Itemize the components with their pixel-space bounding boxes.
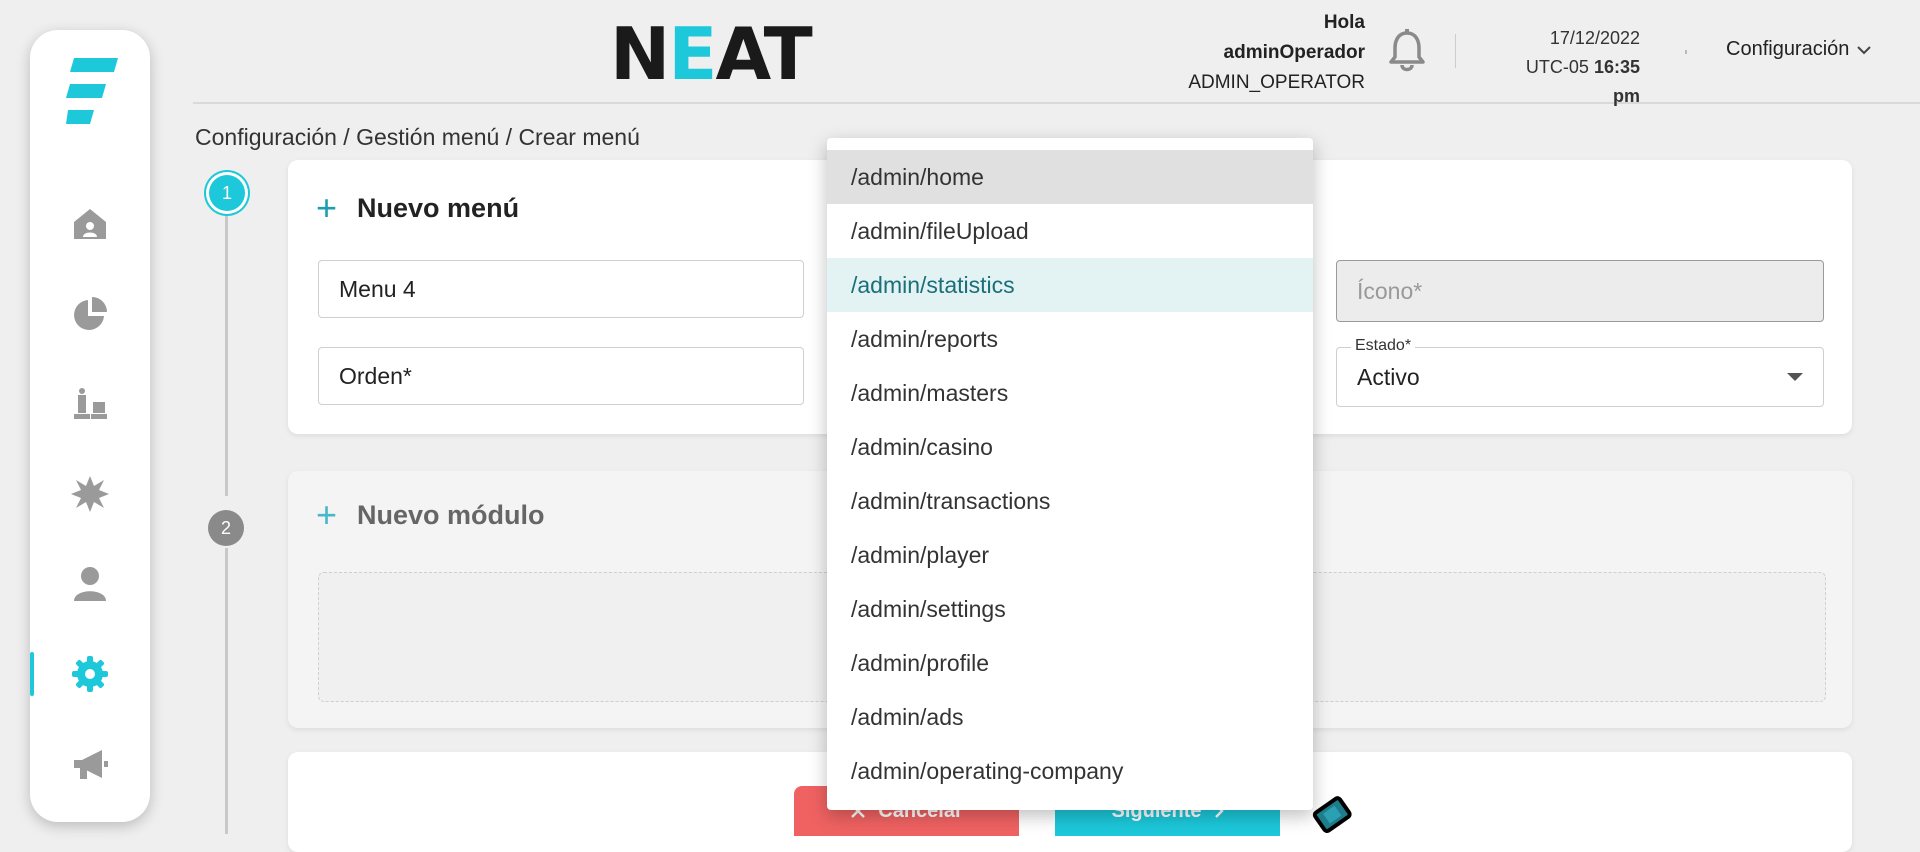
menu-name-field[interactable]: Menu 4 xyxy=(318,260,804,318)
dropdown-option[interactable]: /admin/operating-company xyxy=(827,744,1313,798)
chess-icon xyxy=(74,388,107,419)
dropdown-option[interactable]: /admin/reports xyxy=(827,312,1313,366)
bell-icon[interactable] xyxy=(1386,28,1428,72)
plus-icon: + xyxy=(316,494,338,535)
sidebar-item-statistics[interactable] xyxy=(30,284,150,344)
status-label: Estado* xyxy=(1351,337,1416,355)
config-menu-label: Configuración xyxy=(1726,38,1850,60)
plus-icon: + xyxy=(316,187,338,228)
sidebar xyxy=(30,30,150,822)
dropdown-option[interactable]: /admin/home xyxy=(827,150,1313,204)
megaphone-icon xyxy=(74,750,108,779)
icon-field[interactable]: Ícono* xyxy=(1336,260,1824,322)
gear-icon xyxy=(72,656,108,692)
dropdown-option[interactable]: /admin/player xyxy=(827,528,1313,582)
config-menu-button[interactable]: Configuración xyxy=(1726,38,1872,61)
step-connector xyxy=(225,548,228,834)
home-icon xyxy=(74,209,106,239)
sidebar-item-settings[interactable] xyxy=(30,644,150,704)
header-divider-dot xyxy=(1685,50,1687,54)
sidebar-item-ads[interactable] xyxy=(30,734,150,794)
sidebar-item-games[interactable] xyxy=(30,374,150,434)
status-value: Activo xyxy=(1357,363,1420,390)
caret-down-icon xyxy=(1787,373,1803,381)
starburst-icon xyxy=(71,476,109,512)
top-header xyxy=(193,0,1920,104)
dropdown-option[interactable]: /admin/statistics xyxy=(827,258,1313,312)
pie-chart-icon xyxy=(74,297,107,330)
card-title: Nuevo menú xyxy=(357,192,520,223)
time-line: UTC-05 16:35 pm xyxy=(1525,57,1640,106)
user-icon xyxy=(74,567,106,601)
step-indicator-2: 2 xyxy=(208,510,244,546)
dropdown-option[interactable]: /admin/transactions xyxy=(827,474,1313,528)
card-title: Nuevo módulo xyxy=(357,499,545,530)
dropdown-option[interactable]: /admin/casino xyxy=(827,420,1313,474)
user-role: ADMIN_OPERATOR xyxy=(1188,72,1365,93)
header-divider xyxy=(1455,34,1456,68)
route-dropdown-menu: /admin/home /admin/fileUpload /admin/sta… xyxy=(827,138,1313,810)
sidebar-item-promotions[interactable] xyxy=(30,464,150,524)
order-field[interactable]: Orden* xyxy=(318,347,804,405)
dropdown-option[interactable]: /admin/profile xyxy=(827,636,1313,690)
new-module-header[interactable]: + Nuevo módulo xyxy=(316,497,545,533)
step-connector xyxy=(225,214,228,496)
dropdown-option[interactable]: /admin/fileUpload xyxy=(827,204,1313,258)
dropdown-option[interactable]: /admin/settings xyxy=(827,582,1313,636)
new-menu-header[interactable]: + Nuevo menú xyxy=(316,190,519,226)
user-greeting: Hola adminOperador ADMIN_OPERATOR xyxy=(1188,8,1365,98)
mouse-cursor-icon xyxy=(1312,796,1352,834)
brand-logo: NEAT xyxy=(610,12,813,96)
username: adminOperador xyxy=(1223,42,1365,63)
greeting-text: Hola xyxy=(1323,12,1365,33)
chevron-down-icon xyxy=(1857,45,1872,54)
sidebar-item-home[interactable] xyxy=(30,194,150,254)
step-indicator-1: 1 xyxy=(209,175,245,211)
status-select[interactable]: Estado* Activo xyxy=(1336,337,1824,407)
logo-icon xyxy=(66,58,118,124)
breadcrumb: Configuración / Gestión menú / Crear men… xyxy=(195,124,640,150)
date-text: 17/12/2022 xyxy=(1549,28,1640,48)
dropdown-option[interactable]: /admin/ads xyxy=(827,690,1313,744)
datetime: 17/12/2022 UTC-05 16:35 pm xyxy=(1498,24,1640,111)
dropdown-option[interactable]: /admin/masters xyxy=(827,366,1313,420)
sidebar-item-users[interactable] xyxy=(30,554,150,614)
